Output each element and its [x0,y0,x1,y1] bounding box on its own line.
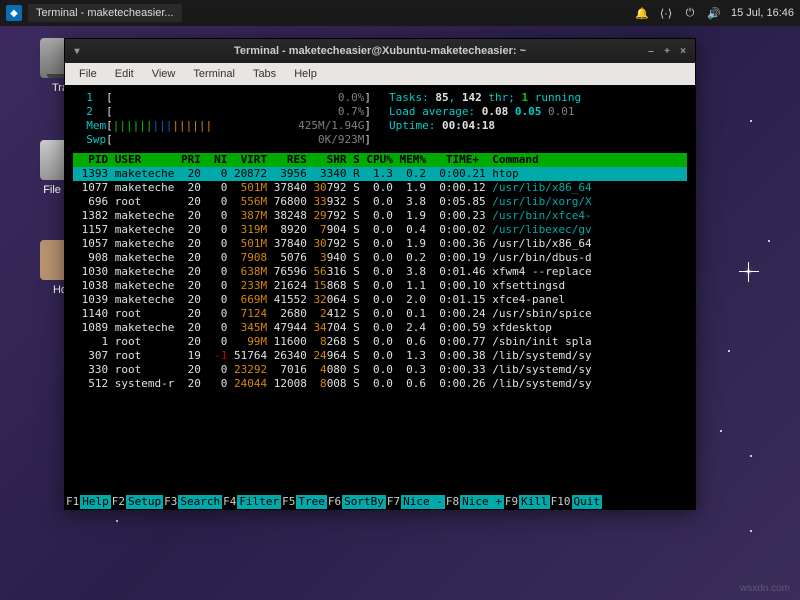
window-title: Terminal - maketecheasier@Xubuntu-makete… [234,45,526,57]
process-row[interactable]: 1140 root 20 0 7124 2680 2412 S 0.0 0.1 … [73,307,687,321]
menu-tabs[interactable]: Tabs [245,65,284,83]
menu-bar: File Edit View Terminal Tabs Help [65,63,695,85]
process-row[interactable]: 1077 maketeche 20 0 501M 37840 30792 S 0… [73,181,687,195]
process-row[interactable]: 1057 maketeche 20 0 501M 37840 30792 S 0… [73,237,687,251]
process-row[interactable]: 1382 maketeche 20 0 387M 38248 29792 S 0… [73,209,687,223]
menu-file[interactable]: File [71,65,105,83]
process-list[interactable]: 1077 maketeche 20 0 501M 37840 30792 S 0… [73,181,687,391]
taskbar-label: Terminal - maketecheasier... [36,7,174,19]
fnkey-f8[interactable]: F8Nice + [445,495,504,509]
process-row[interactable]: 1038 maketeche 20 0 233M 21624 15868 S 0… [73,279,687,293]
minimize-button[interactable]: – [645,45,657,57]
process-row[interactable]: 307 root 19 -1 51764 26340 24964 S 0.0 1… [73,349,687,363]
fnkey-f6[interactable]: F6SortBy [327,495,386,509]
menu-help[interactable]: Help [286,65,325,83]
network-icon[interactable]: ⟨·⟩ [659,6,673,20]
process-row[interactable]: 1089 maketeche 20 0 345M 47944 34704 S 0… [73,321,687,335]
fnkey-f10[interactable]: F10Quit [550,495,602,509]
process-row[interactable]: 1157 maketeche 20 0 319M 8920 7904 S 0.0… [73,223,687,237]
process-row[interactable]: 1 root 20 0 99M 11600 8268 S 0.0 0.6 0:0… [73,335,687,349]
process-row[interactable]: 1030 maketeche 20 0 638M 76596 56316 S 0… [73,265,687,279]
menu-edit[interactable]: Edit [107,65,142,83]
process-header[interactable]: PID USER PRI NI VIRT RES SHR S CPU% MEM%… [73,153,687,167]
taskbar-button-terminal[interactable]: Terminal - maketecheasier... [28,4,182,22]
fnkey-f7[interactable]: F7Nice - [386,495,445,509]
title-bar[interactable]: ▾ Terminal - maketecheasier@Xubuntu-make… [65,39,695,63]
terminal-body[interactable]: 1 [0.0%] 2 [0.7%] Mem[|||||||||||||||425… [65,85,695,509]
close-button[interactable]: × [677,45,689,57]
fnkey-f3[interactable]: F3Search [163,495,222,509]
clock-label[interactable]: 15 Jul, 16:46 [731,7,794,19]
fnkey-f9[interactable]: F9Kill [504,495,550,509]
fnkey-f5[interactable]: F5Tree [281,495,327,509]
top-panel: ◆ Terminal - maketecheasier... 🔔 ⟨·⟩ ⏻ 🔊… [0,0,800,26]
power-icon[interactable]: ⏻ [683,6,697,20]
terminal-window: ▾ Terminal - maketecheasier@Xubuntu-make… [64,38,696,510]
process-row[interactable]: 908 maketeche 20 0 7908 5076 3940 S 0.0 … [73,251,687,265]
process-row[interactable]: 512 systemd-r 20 0 24044 12008 8008 S 0.… [73,377,687,391]
fnkey-f1[interactable]: F1Help [65,495,111,509]
process-row[interactable]: 330 root 20 0 23292 7016 4080 S 0.0 0.3 … [73,363,687,377]
app-menu-icon[interactable]: ◆ [6,5,22,21]
menu-view[interactable]: View [144,65,184,83]
menu-terminal[interactable]: Terminal [185,65,243,83]
maximize-button[interactable]: + [661,45,673,57]
fnkey-f2[interactable]: F2Setup [111,495,163,509]
fnkey-f4[interactable]: F4Filter [222,495,281,509]
notification-icon[interactable]: 🔔 [635,6,649,20]
volume-icon[interactable]: 🔊 [707,6,721,20]
window-menu-icon[interactable]: ▾ [71,45,83,57]
process-row[interactable]: 1039 maketeche 20 0 669M 41552 32064 S 0… [73,293,687,307]
process-row[interactable]: 696 root 20 0 556M 76800 33932 S 0.0 3.8… [73,195,687,209]
function-keys: F1Help F2Setup F3SearchF4FilterF5Tree F6… [65,495,695,509]
watermark: wsxdn.com [740,583,790,594]
process-row-selected[interactable]: 1393 maketeche 20 0 20872 3956 3340 R 1.… [73,167,687,181]
